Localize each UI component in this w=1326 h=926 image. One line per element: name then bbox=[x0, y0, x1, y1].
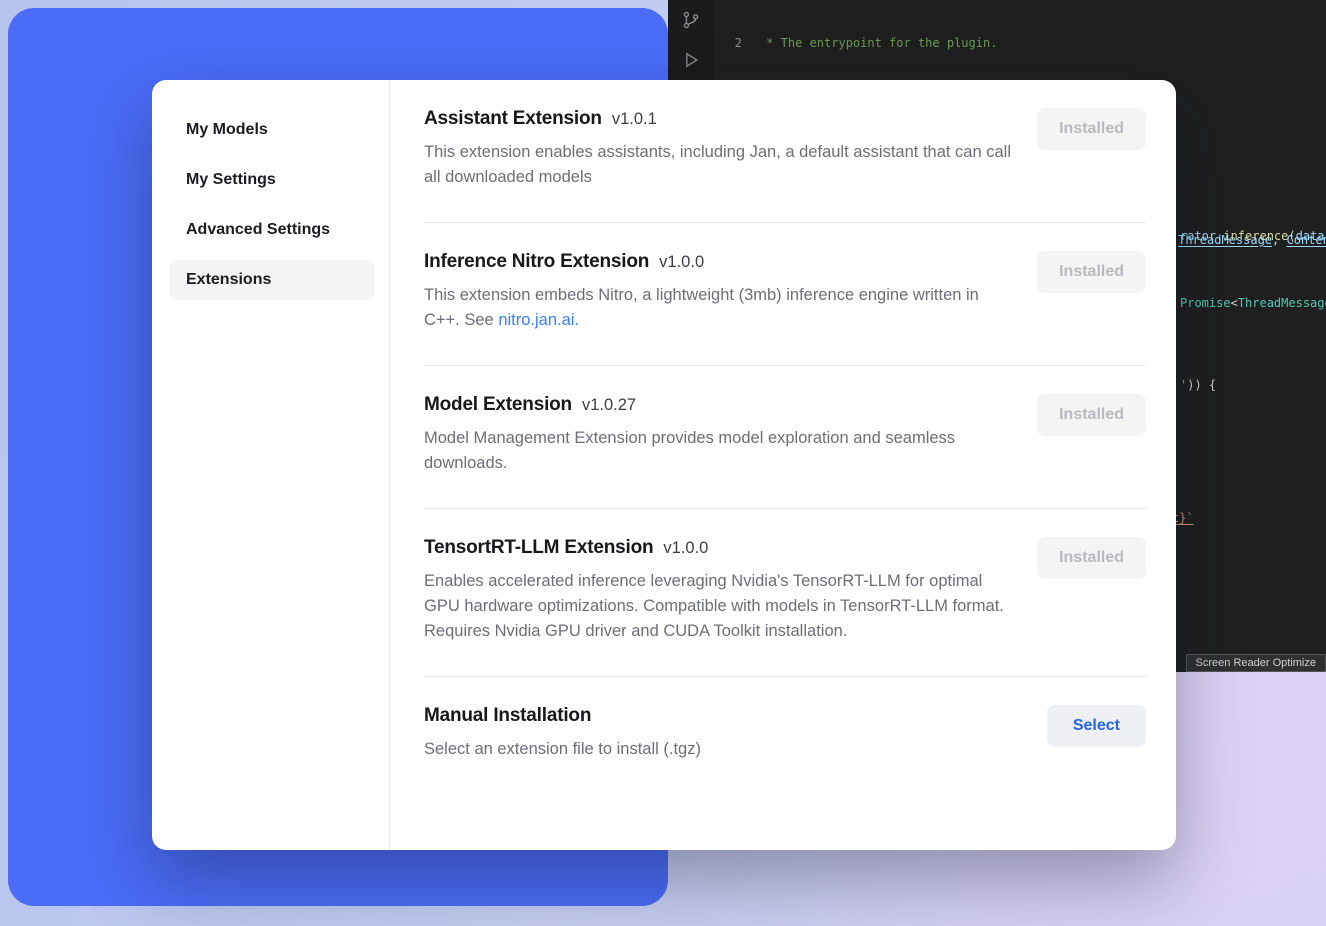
extension-title-row: Assistant Extension v1.0.1 bbox=[424, 108, 1016, 130]
code-fragment: rator.inference(data)); bbox=[1180, 229, 1326, 243]
code-fragment: ')) { bbox=[1180, 378, 1216, 392]
extension-title-row: Manual Installation bbox=[424, 705, 1016, 727]
extension-row-nitro: Inference Nitro Extension v1.0.0 This ex… bbox=[424, 223, 1146, 366]
extension-row-model: Model Extension v1.0.27 Model Management… bbox=[424, 366, 1146, 509]
screen-reader-badge[interactable]: Screen Reader Optimize bbox=[1186, 654, 1326, 672]
installed-button[interactable]: Installed bbox=[1037, 537, 1146, 579]
code-fragment: Promise<ThreadMessage> bbox=[1180, 296, 1326, 310]
nitro-link[interactable]: nitro.jan.ai. bbox=[498, 311, 579, 329]
manual-install-row: Manual Installation Select an extension … bbox=[424, 677, 1146, 762]
sidebar-item-advanced-settings[interactable]: Advanced Settings bbox=[170, 210, 374, 250]
settings-sidebar: My Models My Settings Advanced Settings … bbox=[152, 80, 390, 850]
sidebar-item-my-settings[interactable]: My Settings bbox=[170, 160, 374, 200]
code-line: 2 * The entrypoint for the plugin. bbox=[728, 35, 1326, 51]
extensions-list: Assistant Extension v1.0.1 This extensio… bbox=[390, 80, 1176, 850]
sidebar-item-extensions[interactable]: Extensions bbox=[170, 260, 374, 300]
installed-button[interactable]: Installed bbox=[1037, 108, 1146, 150]
extension-text: Manual Installation Select an extension … bbox=[424, 705, 1016, 762]
extension-description: Enables accelerated inference leveraging… bbox=[424, 569, 1016, 644]
extension-text: Assistant Extension v1.0.1 This extensio… bbox=[424, 108, 1016, 190]
run-debug-icon[interactable] bbox=[668, 40, 714, 80]
extension-title-row: TensortRT-LLM Extension v1.0.0 bbox=[424, 537, 1016, 559]
extension-version: v1.0.0 bbox=[663, 539, 708, 558]
extension-description: Model Management Extension provides mode… bbox=[424, 426, 1016, 476]
select-button[interactable]: Select bbox=[1047, 705, 1146, 747]
extension-version: v1.0.27 bbox=[582, 396, 636, 415]
extension-text: Inference Nitro Extension v1.0.0 This ex… bbox=[424, 251, 1016, 333]
extension-text: Model Extension v1.0.27 Model Management… bbox=[424, 394, 1016, 476]
sidebar-item-my-models[interactable]: My Models bbox=[170, 110, 374, 150]
settings-modal: My Models My Settings Advanced Settings … bbox=[152, 80, 1176, 850]
line-number: 2 bbox=[728, 35, 742, 51]
installed-button[interactable]: Installed bbox=[1037, 251, 1146, 293]
extension-row-tensorrt: TensortRT-LLM Extension v1.0.0 Enables a… bbox=[424, 509, 1146, 677]
installed-button[interactable]: Installed bbox=[1037, 394, 1146, 436]
editor-status-bar: go Screen Reader Optimize bbox=[1163, 654, 1326, 672]
extension-title: Assistant Extension bbox=[424, 108, 602, 130]
extension-row-assistant: Assistant Extension v1.0.1 This extensio… bbox=[424, 80, 1146, 223]
source-control-icon[interactable] bbox=[668, 0, 714, 40]
extension-title: Model Extension bbox=[424, 394, 572, 416]
extension-title-row: Model Extension v1.0.27 bbox=[424, 394, 1016, 416]
extension-text: TensortRT-LLM Extension v1.0.0 Enables a… bbox=[424, 537, 1016, 644]
extension-version: v1.0.0 bbox=[659, 253, 704, 272]
extension-title: Inference Nitro Extension bbox=[424, 251, 649, 273]
extension-version: v1.0.1 bbox=[612, 110, 657, 129]
manual-install-title: Manual Installation bbox=[424, 705, 591, 727]
extension-title: TensortRT-LLM Extension bbox=[424, 537, 653, 559]
extension-description: This extension enables assistants, inclu… bbox=[424, 140, 1016, 190]
manual-install-description: Select an extension file to install (.tg… bbox=[424, 737, 1016, 762]
extension-title-row: Inference Nitro Extension v1.0.0 bbox=[424, 251, 1016, 273]
extension-description: This extension embeds Nitro, a lightweig… bbox=[424, 283, 1016, 333]
